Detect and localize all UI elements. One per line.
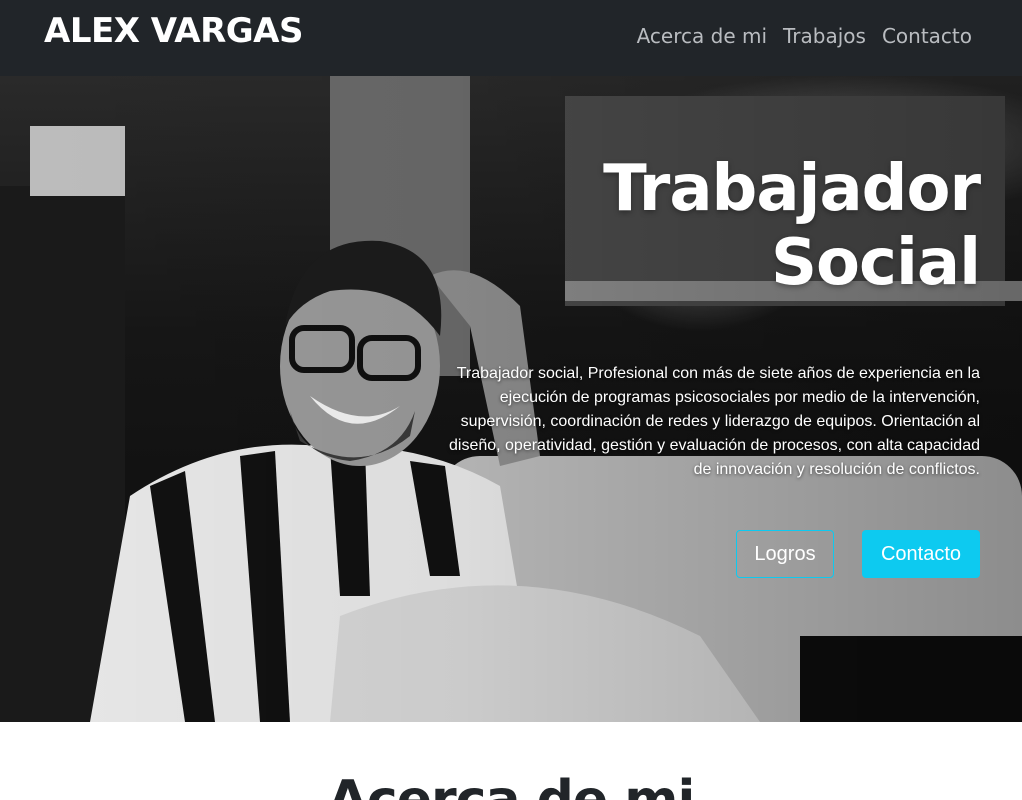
nav-links: Acerca de mi Trabajos Contacto xyxy=(629,22,972,50)
contact-button[interactable]: Contacto xyxy=(862,530,980,578)
brand-logo-link[interactable]: ALEX VARGAS xyxy=(44,11,303,51)
top-navbar: ALEX VARGAS Acerca de mi Trabajos Contac… xyxy=(0,0,1022,76)
nav-link-about[interactable]: Acerca de mi xyxy=(629,22,775,50)
hero-title-line-2: Social xyxy=(770,226,981,300)
hero-title: Trabajador Social xyxy=(520,152,981,300)
hero-description: Trabajador social, Profesional con más d… xyxy=(448,365,980,478)
nav-link-contact[interactable]: Contacto xyxy=(874,22,972,50)
about-section-title: Acerca de mi xyxy=(327,770,696,800)
nav-link-works[interactable]: Trabajos xyxy=(775,22,874,50)
hero-section: Trabajador Social Trabajador social, Pro… xyxy=(0,76,1022,722)
achievements-button[interactable]: Logros xyxy=(736,530,834,578)
hero-title-line-1: Trabajador xyxy=(603,152,981,226)
